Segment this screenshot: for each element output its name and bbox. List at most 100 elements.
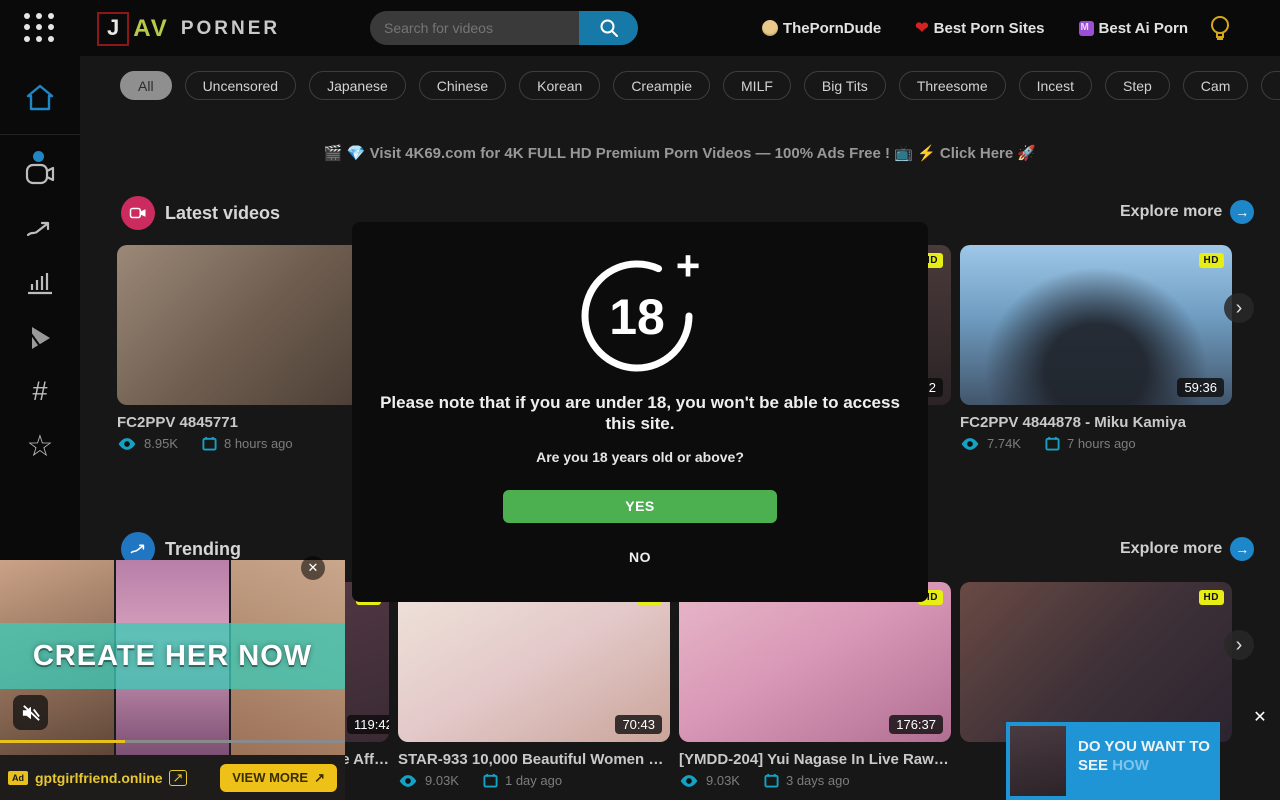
chip-cam[interactable]: Cam bbox=[1183, 71, 1249, 100]
calendar-icon bbox=[764, 773, 779, 788]
apps-grid-icon[interactable] bbox=[24, 13, 56, 43]
chip-milf[interactable]: MILF bbox=[723, 71, 791, 100]
search-bar bbox=[370, 11, 638, 45]
eye-icon bbox=[117, 437, 137, 451]
latest-carousel-next-button[interactable]: › bbox=[1224, 293, 1254, 323]
duration-badge: 119:42 bbox=[347, 715, 389, 734]
logo-j: J bbox=[97, 12, 129, 46]
latest-section-header: Latest videos bbox=[121, 196, 280, 230]
chevron-right-icon: › bbox=[1236, 634, 1243, 657]
duration-badge: 59:36 bbox=[1177, 378, 1224, 397]
sidebar-item-trending[interactable] bbox=[0, 218, 80, 242]
view-count: 8.95K bbox=[144, 436, 178, 451]
sidebar-item-tags[interactable]: # bbox=[0, 378, 80, 405]
promo-ad-text: DO YOU WANT TO SEE HOW bbox=[1066, 722, 1220, 800]
chip-step[interactable]: Step bbox=[1105, 71, 1170, 100]
latest-explore-more[interactable]: Explore more → bbox=[1120, 200, 1254, 224]
view-more-button[interactable]: VIEW MORE ↗ bbox=[220, 764, 337, 792]
eye-icon bbox=[960, 437, 980, 451]
chip-korean[interactable]: Korean bbox=[519, 71, 600, 100]
chip-big-tits[interactable]: Big Tits bbox=[804, 71, 886, 100]
svg-text:18: 18 bbox=[609, 289, 665, 345]
eye-icon bbox=[679, 774, 699, 788]
upload-age: 1 day ago bbox=[505, 773, 562, 788]
promo-close-icon[interactable]: ✕ bbox=[1247, 706, 1273, 728]
hd-badge: HD bbox=[1199, 253, 1224, 268]
video-thumbnail[interactable]: HD bbox=[960, 582, 1232, 742]
no-button[interactable]: NO bbox=[629, 549, 651, 565]
age-warning-text: Please note that if you are under 18, yo… bbox=[375, 392, 905, 435]
link-best-porn-sites[interactable]: ❤ Best Porn Sites bbox=[915, 18, 1044, 38]
bar-chart-icon bbox=[26, 270, 54, 296]
sidebar-item-rankings[interactable] bbox=[0, 270, 80, 296]
ad-close-icon[interactable]: ✕ bbox=[301, 556, 325, 580]
video-card[interactable]: HD bbox=[960, 582, 1232, 742]
video-title: FC2PPV 4844878 - Miku Kamiya bbox=[960, 414, 1232, 431]
video-meta: 9.03K 3 days ago bbox=[679, 773, 951, 788]
link-label: Best Porn Sites bbox=[934, 20, 1045, 37]
video-card[interactable]: HD 70:43 STAR-933 10,000 Beautiful Women… bbox=[398, 582, 670, 788]
video-thumbnail[interactable]: HD 70:43 bbox=[398, 582, 670, 742]
view-more-label: VIEW MORE bbox=[232, 770, 308, 785]
hd-badge: HD bbox=[1199, 590, 1224, 605]
porndude-icon bbox=[762, 20, 778, 36]
top-header: J AV PORNER ThePornDude ❤ Best Porn Site… bbox=[0, 0, 1280, 56]
lightbulb-icon[interactable] bbox=[1208, 14, 1232, 42]
chip-creampie[interactable]: Creampie bbox=[613, 71, 710, 100]
video-ad[interactable]: ✕ CREATE HER NOW Ad gptgirlfriend.online… bbox=[0, 560, 345, 800]
yes-button[interactable]: YES bbox=[503, 490, 777, 523]
chip-uncensored[interactable]: Uncensored bbox=[185, 71, 297, 100]
video-card[interactable]: HD 176:37 [YMDD-204] Yui Nagase In Live … bbox=[679, 582, 951, 788]
ad-badge: Ad bbox=[8, 771, 28, 785]
duration-badge: 176:37 bbox=[889, 715, 943, 734]
chevron-right-icon: › bbox=[1236, 297, 1243, 320]
section-title: Latest videos bbox=[165, 203, 280, 224]
upload-age: 3 days ago bbox=[786, 773, 850, 788]
play-icon bbox=[26, 324, 54, 352]
chip-all[interactable]: All bbox=[120, 71, 172, 100]
sidebar-item-home[interactable] bbox=[0, 82, 80, 114]
latest-videos-icon bbox=[121, 196, 155, 230]
mute-icon[interactable] bbox=[13, 695, 48, 730]
sidebar-item-playlist[interactable] bbox=[0, 324, 80, 352]
chip-chinese[interactable]: Chinese bbox=[419, 71, 506, 100]
promo-banner-ad[interactable]: DO YOU WANT TO SEE HOW bbox=[1006, 722, 1220, 800]
section-title: Trending bbox=[165, 539, 241, 560]
trending-explore-more[interactable]: Explore more → bbox=[1120, 537, 1254, 561]
search-input[interactable] bbox=[370, 11, 579, 45]
video-thumbnail[interactable] bbox=[117, 245, 389, 405]
video-thumbnail[interactable]: HD 59:36 bbox=[960, 245, 1232, 405]
search-button[interactable] bbox=[579, 11, 638, 45]
chip-incest[interactable]: Incest bbox=[1019, 71, 1092, 100]
video-card[interactable]: HD 59:36 FC2PPV 4844878 - Miku Kamiya 7.… bbox=[960, 245, 1232, 451]
chip-other[interactable]: Other bbox=[1261, 71, 1280, 100]
advertiser-link[interactable]: gptgirlfriend.online bbox=[35, 770, 163, 786]
ad-progress-bar[interactable] bbox=[0, 740, 345, 743]
sidebar-item-favorites[interactable]: ☆ bbox=[0, 432, 80, 462]
category-chips: All Uncensored Japanese Chinese Korean C… bbox=[120, 71, 1280, 100]
video-thumbnail[interactable]: HD 176:37 bbox=[679, 582, 951, 742]
video-title: [YMDD-204] Yui Nagase In Live Raw… bbox=[679, 751, 951, 768]
eye-icon bbox=[398, 774, 418, 788]
sidebar-item-videos[interactable] bbox=[0, 161, 80, 187]
eighteen-plus-icon: 18 + bbox=[575, 246, 705, 376]
duration-badge: 70:43 bbox=[615, 715, 662, 734]
explore-label: Explore more bbox=[1120, 540, 1222, 558]
promo-ad-image bbox=[1010, 726, 1066, 796]
link-theporndude[interactable]: ThePornDude bbox=[762, 20, 881, 37]
video-title: STAR-933 10,000 Beautiful Women Honj… bbox=[398, 751, 670, 768]
ad-video-area[interactable]: CREATE HER NOW bbox=[0, 560, 345, 755]
view-count: 7.74K bbox=[987, 436, 1021, 451]
chip-japanese[interactable]: Japanese bbox=[309, 71, 406, 100]
promo-text-banner[interactable]: 🎬 💎 Visit 4K69.com for 4K FULL HD Premiu… bbox=[80, 144, 1280, 162]
link-best-ai-porn[interactable]: Best Ai Porn bbox=[1079, 20, 1188, 37]
site-logo[interactable]: J AV PORNER bbox=[97, 12, 280, 46]
svg-text:+: + bbox=[676, 246, 701, 289]
view-count: 9.03K bbox=[706, 773, 740, 788]
video-card[interactable]: FC2PPV 4845771 8.95K 8 hours ago bbox=[117, 245, 389, 451]
arrow-right-icon: → bbox=[1230, 200, 1254, 224]
trending-carousel-next-button[interactable]: › bbox=[1224, 630, 1254, 660]
video-meta: 9.03K 1 day ago bbox=[398, 773, 670, 788]
chip-threesome[interactable]: Threesome bbox=[899, 71, 1006, 100]
ad-info-bar: Ad gptgirlfriend.online ↗ VIEW MORE ↗ bbox=[0, 755, 345, 800]
